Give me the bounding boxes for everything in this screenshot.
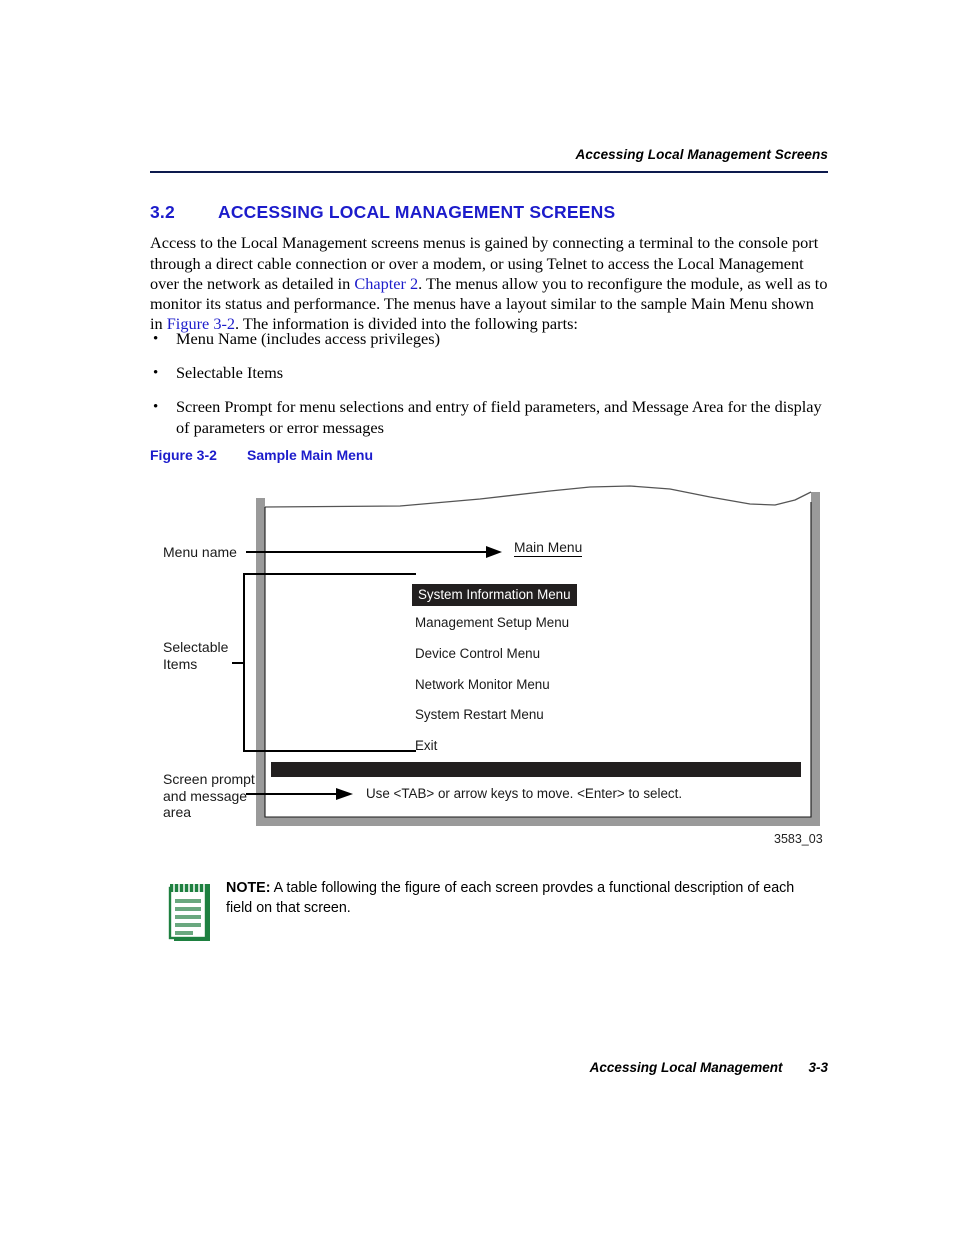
section-title: ACCESSING LOCAL MANAGEMENT SCREENS xyxy=(218,201,616,222)
message-area-bar xyxy=(271,762,801,777)
figure-id-label: 3583_03 xyxy=(774,832,823,846)
callout-label-screen-prompt-line3: area xyxy=(163,804,192,820)
figure-caption-label: Figure 3-2 xyxy=(150,447,217,463)
callout-label-selectable-items: Selectable Items xyxy=(163,639,228,672)
list-item: • Selectable Items xyxy=(150,363,828,383)
callout-label-screen-prompt: Screen prompt and message area xyxy=(163,771,255,821)
callout-label-selectable-items-line2: Items xyxy=(163,655,198,672)
list-item: • Screen Prompt for menu selections and … xyxy=(150,397,828,437)
figure-caption-title: Sample Main Menu xyxy=(247,447,374,463)
notepad-icon xyxy=(168,883,210,941)
list-item: • Menu Name (includes access privileges) xyxy=(150,329,828,349)
note-keyword: NOTE: xyxy=(226,880,271,896)
callout-label-screen-prompt-line1: Screen prompt xyxy=(163,771,255,787)
note-text: NOTE: A table following the figure of ea… xyxy=(226,878,816,918)
menu-item-system-information[interactable]: System Information Menu xyxy=(412,584,577,606)
bullet-dot-icon: • xyxy=(153,399,159,416)
note-body: A table following the figure of each scr… xyxy=(226,880,795,916)
intro-paragraph: Access to the Local Management screens m… xyxy=(150,233,828,334)
figure-caption: Figure 3-2 Sample Main Menu xyxy=(150,447,373,463)
xref-chapter-2[interactable]: Chapter 2 xyxy=(354,274,418,293)
bullet-dot-icon: • xyxy=(153,331,159,347)
figure-sample-main-menu: Menu name Selectable Items Screen prompt… xyxy=(150,478,840,858)
menu-item-exit[interactable]: Exit xyxy=(415,738,437,753)
section-heading: 3.2 ACCESSING LOCAL MANAGEMENT SCREENS xyxy=(150,202,840,223)
header-rule xyxy=(150,171,828,173)
callout-label-selectable-items-line1: Selectable xyxy=(163,639,229,655)
screen-prompt-text: Use <TAB> or arrow keys to move. <Enter>… xyxy=(366,786,683,801)
bullet-dot-icon: • xyxy=(153,365,159,382)
list-item-label: Menu Name (includes access privileges) xyxy=(176,329,441,348)
page-footer: Accessing Local Management 3-3 xyxy=(150,1060,828,1075)
footer-title: Accessing Local Management xyxy=(589,1060,783,1075)
running-header-text: Accessing Local Management Screens xyxy=(575,147,828,162)
screen-menu-title: Main Menu xyxy=(514,540,583,557)
footer-page-number: 3-3 xyxy=(808,1060,828,1075)
menu-item-network-monitor[interactable]: Network Monitor Menu xyxy=(415,677,550,692)
section-number: 3.2 xyxy=(150,201,175,222)
menu-item-management-setup[interactable]: Management Setup Menu xyxy=(415,615,569,630)
menu-item-device-control[interactable]: Device Control Menu xyxy=(415,646,540,661)
menu-item-system-restart[interactable]: System Restart Menu xyxy=(415,707,544,722)
bullet-list: • Menu Name (includes access privileges)… xyxy=(150,329,828,452)
callout-label-screen-prompt-line2: and message xyxy=(163,787,248,804)
list-item-label: Screen Prompt for menu selections and en… xyxy=(176,397,822,437)
running-header: Accessing Local Management Screens xyxy=(150,146,828,164)
callout-label-menu-name: Menu name xyxy=(163,544,237,560)
list-item-label: Selectable Items xyxy=(176,363,284,383)
